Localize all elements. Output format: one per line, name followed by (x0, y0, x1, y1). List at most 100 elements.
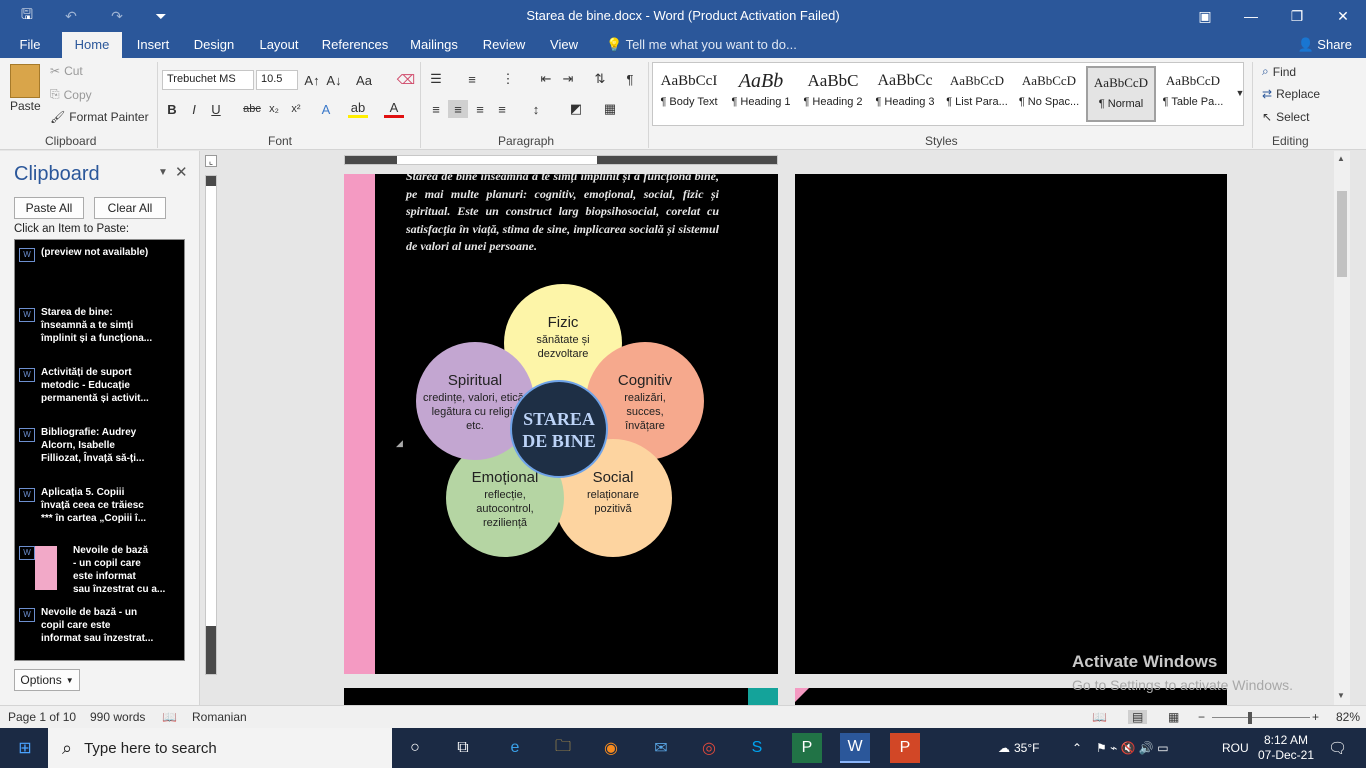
body-paragraph[interactable]: Starea de bine înseamnă a te simți împli… (406, 174, 719, 256)
scroll-up-icon[interactable]: ▲ (1337, 154, 1345, 163)
zoom-level[interactable]: 82% (1336, 710, 1360, 724)
clipboard-item[interactable]: W Nevoile de bază - un copil care este i… (15, 544, 184, 596)
copy-button[interactable]: ⎘ Copy (50, 87, 92, 102)
align-left-icon[interactable]: ≡ (426, 100, 446, 118)
share-button[interactable]: 👤 Share (1298, 32, 1353, 58)
align-right-icon[interactable]: ≡ (470, 100, 490, 118)
word-count[interactable]: 990 words (90, 710, 145, 724)
clipboard-item[interactable]: W Bibliografie: Audrey Alcorn, Isabelle … (15, 426, 184, 470)
cut-button[interactable]: ✂ Cut (50, 64, 83, 78)
select-button[interactable]: ↖ Select (1262, 110, 1309, 124)
tab-layout[interactable]: Layout (252, 32, 306, 58)
tab-insert[interactable]: Insert (128, 32, 178, 58)
vertical-ruler[interactable] (205, 175, 217, 675)
find-button[interactable]: ⌕ Find (1262, 64, 1296, 79)
language-indicator[interactable]: Romanian (192, 710, 247, 724)
tab-file[interactable]: File (8, 32, 52, 58)
text-effects-icon[interactable]: A (316, 100, 336, 118)
style-body-text[interactable]: AaBbCcI ¶ Body Text (654, 66, 724, 122)
sort-icon[interactable]: ⇅ (590, 70, 610, 88)
notifications-icon[interactable]: 🗨 (1328, 728, 1347, 768)
input-language[interactable]: ROU (1222, 728, 1249, 768)
superscript-icon[interactable]: x² (286, 100, 306, 118)
tab-view[interactable]: View (544, 32, 584, 58)
line-spacing-icon[interactable]: ↕ (526, 100, 546, 118)
highlight-icon[interactable]: ab (348, 100, 368, 118)
tab-design[interactable]: Design (188, 32, 240, 58)
tab-review[interactable]: Review (478, 32, 530, 58)
strikethrough-icon[interactable]: abc (242, 100, 262, 118)
zoom-in-icon[interactable]: + (1312, 710, 1319, 724)
align-center-icon[interactable]: ≡ (448, 100, 468, 118)
clear-formatting-icon[interactable]: ⌫ (396, 71, 416, 89)
italic-icon[interactable]: I (184, 100, 204, 118)
paste-button[interactable]: Paste (10, 99, 41, 113)
vertical-scrollbar[interactable]: ▲ ▼ (1334, 151, 1350, 705)
styles-more-icon[interactable]: ▼ (1230, 84, 1250, 102)
web-layout-icon[interactable]: ▦ (1168, 710, 1179, 724)
show-marks-icon[interactable]: ¶ (620, 70, 640, 88)
font-size-dropdown[interactable]: 10.5 (256, 70, 298, 90)
style-heading-2[interactable]: AaBbC ¶ Heading 2 (798, 66, 868, 122)
windows-start-icon[interactable]: ⊞ (10, 733, 40, 763)
format-painter-button[interactable]: 🖌 Format Painter (50, 110, 149, 124)
tab-selector-icon[interactable]: ⌞ (205, 155, 217, 167)
page-count[interactable]: Page 1 of 10 (8, 710, 76, 724)
clipboard-item[interactable]: W Nevoile de bază - un copil care este i… (15, 606, 184, 650)
multilevel-list-icon[interactable]: ⋮ (498, 70, 518, 88)
style-table-paragraph[interactable]: AaBbCcD ¶ Table Pa... (1158, 66, 1228, 122)
style-list-paragraph[interactable]: AaBbCcD ¶ List Para... (942, 66, 1012, 122)
clear-all-button[interactable]: Clear All (94, 197, 166, 219)
mail-icon[interactable]: ✉ (646, 733, 676, 763)
numbering-icon[interactable]: ≡ (462, 70, 482, 88)
shading-icon[interactable]: ◩ (566, 100, 586, 118)
clipboard-item[interactable]: W (preview not available) (15, 246, 184, 286)
bullets-icon[interactable]: ☰ (426, 70, 446, 88)
close-pane-icon[interactable]: ✕ (175, 163, 188, 181)
style-no-spacing[interactable]: AaBbCcD ¶ No Spac... (1014, 66, 1084, 122)
edge-icon[interactable]: e (500, 733, 530, 763)
show-hidden-icons-icon[interactable]: ⌃ (1072, 728, 1082, 768)
read-mode-icon[interactable]: 📖 (1092, 710, 1107, 724)
word-icon[interactable]: W (840, 733, 870, 763)
zoom-out-icon[interactable]: − (1198, 710, 1205, 724)
document-page[interactable] (795, 174, 1227, 674)
restore-button[interactable]: ❐ (1274, 0, 1320, 32)
clock[interactable]: 8:12 AM 07-Dec-21 (1256, 728, 1316, 768)
style-heading-1[interactable]: AaBb ¶ Heading 1 (726, 66, 796, 122)
tab-references[interactable]: References (318, 32, 392, 58)
style-normal[interactable]: AaBbCcD ¶ Normal (1086, 66, 1156, 122)
options-button[interactable]: Options ▼ (14, 669, 80, 691)
chrome-icon[interactable]: ◎ (694, 733, 724, 763)
font-color-icon[interactable]: A (384, 100, 404, 118)
font-name-dropdown[interactable]: Trebuchet MS (162, 70, 254, 90)
tab-mailings[interactable]: Mailings (404, 32, 464, 58)
justify-icon[interactable]: ≡ (492, 100, 512, 118)
zoom-slider-thumb[interactable] (1248, 712, 1252, 724)
style-heading-3[interactable]: AaBbCc ¶ Heading 3 (870, 66, 940, 122)
borders-icon[interactable]: ▦ (600, 100, 620, 118)
clipboard-item[interactable]: W Activități de suport metodic - Educați… (15, 366, 184, 410)
underline-icon[interactable]: U (206, 100, 226, 118)
close-button[interactable]: ✕ (1320, 0, 1366, 32)
scroll-down-icon[interactable]: ▼ (1337, 691, 1345, 700)
document-page[interactable]: Starea de bine înseamnă a te simți împli… (344, 174, 778, 674)
clipboard-item[interactable]: W Starea de bine: înseamnă a te simți îm… (15, 306, 184, 350)
grow-font-icon[interactable]: A↑ (302, 71, 322, 89)
paste-icon[interactable] (10, 64, 40, 98)
file-explorer-icon[interactable]: 🗀 (548, 733, 578, 763)
tab-home[interactable]: Home (62, 32, 122, 58)
horizontal-ruler[interactable] (344, 155, 778, 165)
bold-icon[interactable]: B (162, 100, 182, 118)
scrollbar-thumb[interactable] (1337, 191, 1347, 277)
publisher-icon[interactable]: P (792, 733, 822, 763)
clipboard-item[interactable]: W Aplicația 5. Copiii învață ceea ce tră… (15, 486, 184, 530)
document-page[interactable] (344, 688, 778, 705)
shrink-font-icon[interactable]: A↓ (324, 71, 344, 89)
firefox-icon[interactable]: ◉ (596, 733, 626, 763)
proofing-icon[interactable]: 📖 (162, 710, 177, 724)
subscript-icon[interactable]: x₂ (264, 100, 284, 118)
pane-options-icon[interactable]: ▼ (158, 167, 168, 178)
minimize-button[interactable]: — (1228, 0, 1274, 32)
tray-icons[interactable]: ⚑ ⌁ 🔇 🔊 ▭ (1096, 728, 1169, 768)
